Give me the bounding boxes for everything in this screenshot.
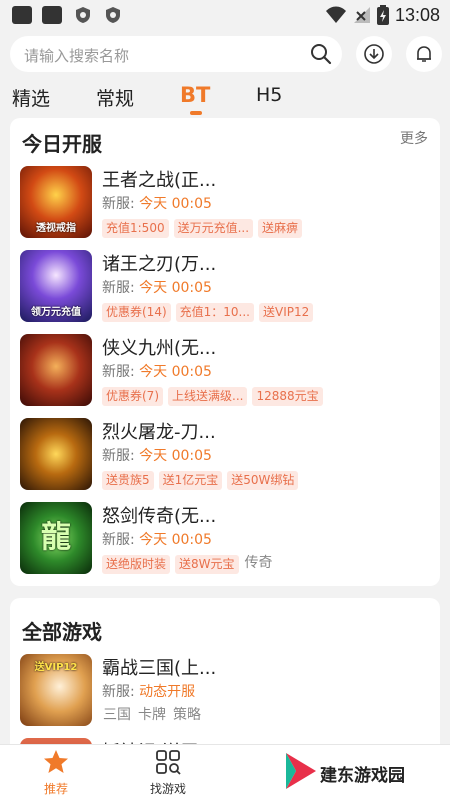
game-item[interactable]: 透视戒指 王者之战(正... 新服: 今天 00:05 充值1:500 送万元充…: [10, 166, 440, 250]
signal-icon: [353, 7, 370, 23]
game-name: 怒剑传奇(无...: [102, 506, 217, 527]
game-name: 诸王之刃(万...: [102, 254, 217, 275]
nav-label: 推荐: [43, 782, 68, 796]
thumbnail-label: 龍: [41, 520, 71, 555]
thumbnail-label: 透视戒指: [36, 223, 76, 234]
game-name: 烈火屠龙-刀...: [102, 422, 216, 443]
active-tab-indicator: [190, 111, 202, 115]
genre-tag: 策略: [173, 707, 201, 723]
app-notification-icon: [12, 6, 32, 24]
game-thumbnail: 龍: [20, 502, 92, 574]
game-tag: 送50W绑钻: [227, 471, 299, 490]
game-tag: 送1亿元宝: [158, 471, 223, 490]
section-title: 全部游戏: [22, 620, 102, 644]
tab-bt[interactable]: BT: [180, 83, 210, 107]
search-icon[interactable]: [310, 43, 332, 65]
today-servers-section: 今日开服 更多 透视戒指 王者之战(正... 新服: 今天 00:05 充值1:…: [10, 118, 440, 586]
shield-icon: [76, 7, 90, 23]
game-tag: 12888元宝: [252, 387, 323, 406]
app-notification-icon: [42, 6, 62, 24]
game-tag: 优惠券(14): [102, 303, 171, 322]
star-icon: [44, 750, 68, 773]
bell-icon: [417, 46, 431, 62]
status-bar: 13:08: [0, 0, 450, 30]
thumbnail-label: 送VIP12: [34, 662, 78, 673]
game-tag: 送8W元宝: [175, 555, 239, 574]
category-tabs: 精选 常规 BT H5: [0, 76, 450, 120]
genre-tag: 卡牌: [138, 707, 166, 723]
tag-list: 优惠券(14) 充值1：10... 送VIP12: [102, 303, 314, 322]
game-thumbnail: [20, 418, 92, 490]
game-thumbnail: 透视戒指: [20, 166, 92, 238]
game-tag: 充值1:500: [102, 219, 169, 238]
genre-tag: 三国: [103, 707, 131, 723]
all-games-section: 全部游戏 送VIP12 霸战三国(上... 新服: 动态开服 三国 卡牌 策略 …: [10, 598, 440, 800]
notification-button[interactable]: [406, 36, 442, 72]
brand-name: 建东游戏园: [320, 766, 405, 786]
game-item[interactable]: 龍 怒剑传奇(无... 新服: 今天 00:05 送绝版时装 送8W元宝 传奇: [10, 502, 440, 586]
server-info: 新服: 今天 00:05: [102, 448, 212, 464]
game-tag: 优惠券(7): [102, 387, 163, 406]
game-thumbnail: [20, 334, 92, 406]
tag-list: 优惠券(7) 上线送满级... 12888元宝: [102, 387, 323, 406]
server-info: 新服: 今天 00:05: [102, 364, 212, 380]
download-icon: [364, 44, 384, 64]
nav-label: 找游戏: [149, 782, 186, 796]
nav-find-games[interactable]: 找游戏: [138, 749, 198, 797]
game-name: 霸战三国(上...: [102, 658, 217, 679]
server-info: 新服: 今天 00:05: [102, 532, 212, 548]
game-tag: 送绝版时装: [102, 555, 171, 574]
genre-tag: 传奇: [244, 555, 273, 571]
game-item[interactable]: 领万元充值 诸王之刃(万... 新服: 今天 00:05 优惠券(14) 充值1…: [10, 250, 440, 334]
game-tag: 送万元充值...: [173, 219, 254, 238]
download-button[interactable]: [356, 36, 392, 72]
tab-featured[interactable]: 精选: [12, 84, 50, 111]
server-info: 新服: 今天 00:05: [102, 196, 212, 212]
game-name: 王者之战(正...: [102, 170, 217, 191]
search-placeholder: 请输入搜索名称: [24, 47, 130, 65]
tag-list: 送贵族5 送1亿元宝 送50W绑钻: [102, 471, 299, 490]
section-title: 今日开服: [22, 132, 102, 156]
more-link[interactable]: 更多: [400, 128, 428, 148]
game-tag: 送麻痹: [258, 219, 303, 238]
nav-recommend[interactable]: 推荐: [26, 749, 86, 797]
genre-list: 三国 卡牌 策略: [102, 707, 202, 724]
tab-regular[interactable]: 常规: [96, 84, 134, 111]
search-input[interactable]: 请输入搜索名称: [10, 36, 342, 72]
game-thumbnail: 送VIP12: [20, 654, 92, 726]
tag-list: 充值1:500 送万元充值... 送麻痹: [102, 219, 303, 238]
bottom-navigation: 推荐 找游戏 建东游戏园: [0, 744, 450, 800]
game-tag: 充值1：10...: [175, 303, 254, 322]
search-bar-row: 请输入搜索名称: [0, 30, 450, 76]
status-time: 13:08: [394, 4, 440, 25]
server-info: 新服: 动态开服: [102, 684, 196, 700]
grid-search-icon: [156, 750, 181, 775]
tag-list: 送绝版时装 送8W元宝 传奇: [102, 555, 274, 574]
thumbnail-label: 领万元充值: [31, 307, 81, 318]
wifi-icon: [325, 6, 346, 23]
brand-watermark: 建东游戏园: [284, 751, 444, 795]
game-item[interactable]: 烈火屠龙-刀... 新服: 今天 00:05 送贵族5 送1亿元宝 送50W绑钻: [10, 418, 440, 502]
battery-icon: [376, 5, 389, 25]
game-name: 侠义九州(无...: [102, 338, 217, 359]
tab-h5[interactable]: H5: [256, 84, 282, 106]
game-tag: 送贵族5: [102, 471, 154, 490]
game-thumbnail: 领万元充值: [20, 250, 92, 322]
brand-logo-icon: [286, 753, 316, 789]
game-tag: 上线送满级...: [168, 387, 248, 406]
game-item[interactable]: 送VIP12 霸战三国(上... 新服: 动态开服 三国 卡牌 策略: [10, 654, 440, 738]
shield-icon: [106, 7, 120, 23]
game-item[interactable]: 侠义九州(无... 新服: 今天 00:05 优惠券(7) 上线送满级... 1…: [10, 334, 440, 418]
server-info: 新服: 今天 00:05: [102, 280, 212, 296]
game-tag: 送VIP12: [259, 303, 314, 322]
